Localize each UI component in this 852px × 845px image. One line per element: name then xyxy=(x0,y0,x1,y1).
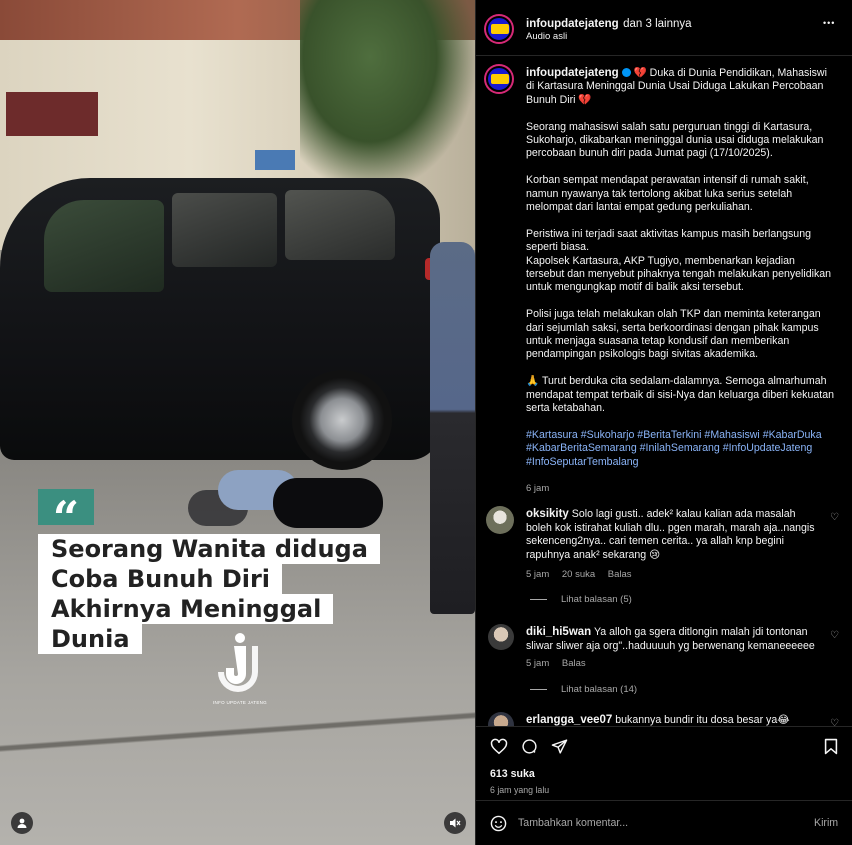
comment-text-block: diki_hi5wan Ya alloh ga sgera ditlongin … xyxy=(526,626,821,653)
post-video[interactable]: “ Seorang Wanita diduga Coba Bunuh Diri … xyxy=(0,0,475,845)
commenter-username[interactable]: oksikity xyxy=(526,508,569,520)
comment-time: 5 jam xyxy=(526,658,550,669)
caption-paragraph: Peristiwa ini terjadi saat aktivitas kam… xyxy=(526,227,811,254)
speaker-muted-icon xyxy=(450,818,461,828)
scene-victim-part xyxy=(273,478,383,528)
caption-time: 6 jam xyxy=(526,483,550,495)
quote-badge: “ xyxy=(38,489,94,545)
comment-text: bukannya bundir itu dosa besar ya😂 xyxy=(615,714,790,726)
scene-victim xyxy=(188,470,414,530)
view-replies-label: Lihat balasan (5) xyxy=(561,594,632,605)
post-actions-bar: 613 suka 6 jam yang lalu xyxy=(476,726,852,800)
commenter-avatar[interactable] xyxy=(486,506,514,534)
collab-text[interactable]: dan 3 lainnya xyxy=(623,18,691,30)
post-comment-button[interactable]: Kirim xyxy=(814,817,838,829)
comments-scroll-area[interactable]: infoupdatejateng 💔 Duka di Dunia Pendidi… xyxy=(476,56,852,726)
view-replies-button[interactable]: Lihat balasan (5) xyxy=(530,594,632,605)
headline-line: Dunia xyxy=(38,624,142,654)
scene-car-wheel xyxy=(292,370,392,470)
commenter-username[interactable]: diki_hi5wan xyxy=(526,626,591,638)
reply-button[interactable]: Balas xyxy=(608,569,632,580)
logo-caption: INFO UPDATE JATENG xyxy=(213,700,267,705)
commenter-username[interactable]: erlangga_vee07 xyxy=(526,714,612,726)
author-username[interactable]: infoupdatejateng xyxy=(526,18,619,30)
comment-text-block: oksikity Solo lagi gusti.. adek² kalau k… xyxy=(526,508,821,562)
scene-window xyxy=(6,92,98,136)
more-options-icon[interactable]: ••• xyxy=(823,18,835,28)
like-comment-heart-icon[interactable]: ♡ xyxy=(830,512,839,523)
scene-car-window xyxy=(285,190,395,260)
share-send-icon[interactable] xyxy=(551,738,568,755)
tagged-users-button[interactable] xyxy=(11,812,33,834)
caption-paragraph: Polisi juga telah melakukan olah TKP dan… xyxy=(526,308,821,361)
add-comment-bar: Tambahkan komentar... Kirim xyxy=(476,800,852,845)
commenter-avatar[interactable] xyxy=(488,712,514,726)
scene-sign xyxy=(255,150,295,170)
comment-meta: 5 jam 20 suka Balas xyxy=(526,569,642,580)
caption-author-avatar[interactable] xyxy=(486,66,512,92)
caption-hashtags[interactable]: #Kartasura #Sukoharjo #BeritaTerkini #Ma… xyxy=(526,429,836,469)
like-heart-icon[interactable] xyxy=(490,738,508,755)
comment-time: 5 jam xyxy=(526,569,550,580)
caption-paragraph: Seorang mahasiswi salah satu perguruan t… xyxy=(526,120,824,160)
post-details-panel: infoupdatejateng dan 3 lainnya Audio asl… xyxy=(475,0,852,845)
save-bookmark-icon[interactable] xyxy=(824,738,838,755)
reply-button[interactable]: Balas xyxy=(562,658,586,669)
comment-meta: 5 jam Balas xyxy=(526,658,596,669)
video-headline: Seorang Wanita diduga Coba Bunuh Diri Ak… xyxy=(38,534,380,654)
comment-likes[interactable]: 20 suka xyxy=(562,569,595,580)
comment-bubble-icon[interactable] xyxy=(521,738,538,755)
caption-paragraph: Korban sempat mendapat perawatan intensi… xyxy=(526,174,809,214)
view-replies-button[interactable]: Lihat balasan (14) xyxy=(530,684,637,695)
view-replies-label: Lihat balasan (14) xyxy=(561,684,638,695)
scene-car-window xyxy=(172,193,277,267)
audio-label[interactable]: Audio asli xyxy=(526,31,567,42)
post-timestamp[interactable]: 6 jam yang lalu xyxy=(490,785,549,795)
caption-paragraph: Kapolsek Kartasura, AKP Tugiyo, membenar… xyxy=(526,254,832,294)
verified-badge-icon xyxy=(621,68,631,77)
comment-text: Solo lagi gusti.. adek² kalau kalian ada… xyxy=(526,508,815,561)
likes-count[interactable]: 613 suka xyxy=(490,768,535,780)
comment-text-block: erlangga_vee07 bukannya bundir itu dosa … xyxy=(526,714,821,726)
info-update-jateng-logo xyxy=(218,633,258,692)
post-caption: infoupdatejateng 💔 Duka di Dunia Pendidi… xyxy=(526,67,836,496)
headline-line: Akhirnya Meninggal xyxy=(38,594,334,624)
user-icon xyxy=(17,818,27,828)
like-comment-heart-icon[interactable]: ♡ xyxy=(830,718,839,726)
emoji-icon[interactable] xyxy=(490,815,507,832)
commenter-avatar[interactable] xyxy=(488,624,514,650)
like-comment-heart-icon[interactable]: ♡ xyxy=(830,630,839,641)
caption-username[interactable]: infoupdatejateng xyxy=(526,67,619,79)
author-avatar[interactable] xyxy=(486,16,512,42)
comment-input[interactable]: Tambahkan komentar... xyxy=(518,817,628,829)
headline-line: Seorang Wanita diduga xyxy=(38,534,380,564)
scene-bystander xyxy=(430,242,475,614)
scene-tree xyxy=(300,0,475,190)
headline-line: Coba Bunuh Diri xyxy=(38,564,283,594)
scene-curb xyxy=(0,712,475,752)
mute-button[interactable] xyxy=(444,812,466,834)
post-header: infoupdatejateng dan 3 lainnya Audio asl… xyxy=(476,0,852,56)
scene-car-window xyxy=(44,200,164,292)
author-line: infoupdatejateng dan 3 lainnya xyxy=(526,14,692,32)
caption-paragraph: 🙏 Turut berduka cita sedalam-dalamnya. S… xyxy=(526,375,834,415)
